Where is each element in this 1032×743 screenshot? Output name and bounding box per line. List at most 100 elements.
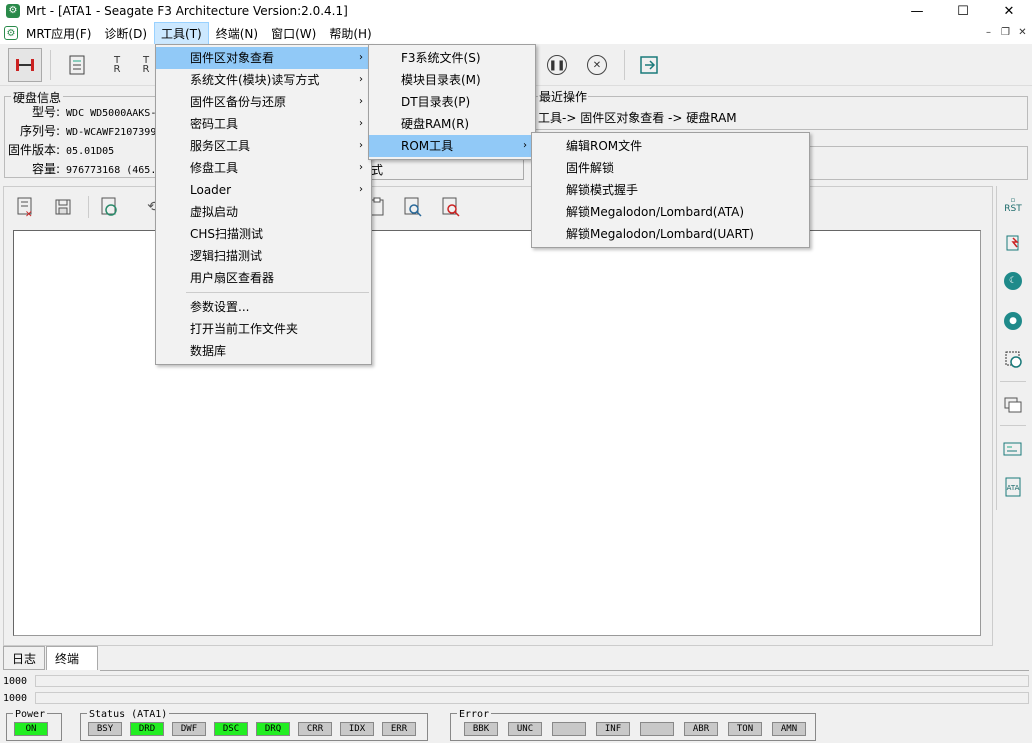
submenu-arrow-icon: › [359, 74, 363, 85]
submenu-arrow-icon: › [359, 118, 363, 129]
document-icon[interactable] [60, 48, 94, 82]
tools-menu-item-12[interactable]: 打开当前工作文件夹 [156, 318, 371, 340]
mdi-child-icon[interactable]: ⚙ [4, 26, 18, 40]
find-next-icon[interactable] [438, 194, 464, 220]
menu-help[interactable]: 帮助(H) [323, 23, 377, 44]
tools-menu-item-2[interactable]: 固件区备份与还原 › [156, 91, 371, 113]
rom-submenu-item-4[interactable]: 解锁Megalodon/Lombard(UART) [532, 223, 809, 245]
svg-text:✕: ✕ [25, 210, 33, 217]
model-value: WDC WD5000AAKS- [66, 108, 157, 119]
tools-menu-item-9[interactable]: 逻辑扫描测试 [156, 245, 371, 267]
stop-icon[interactable]: ✕ [580, 48, 614, 82]
mode-field: 式 [366, 157, 524, 180]
save-log-icon[interactable] [50, 194, 76, 220]
windows-icon[interactable] [1000, 392, 1026, 418]
led-error-inf: INF [596, 722, 630, 736]
serial-value: WD-WCAWF2107399 [66, 127, 157, 138]
led-power-on: ON [14, 722, 48, 736]
firmware-submenu: F3系统文件(S) 模块目录表(M) DT目录表(P) 硬盘RAM(R) ROM工具 › [368, 44, 536, 160]
recent-ops-path: 工具-> 固件区对象查看 -> 硬盘RAM [538, 111, 737, 125]
menu-tools[interactable]: 工具(T) [154, 21, 209, 45]
tools-menu: 固件区对象查看 › 系统文件(模块)读写方式 › 固件区备份与还原 › 密码工具 › 服务区工具… [155, 44, 372, 365]
firmware-value: 05.01D05 [66, 146, 115, 157]
mdi-restore-button[interactable]: ❐ [998, 25, 1013, 40]
power-cycle-icon[interactable] [1000, 230, 1026, 256]
tools-menu-item-7[interactable]: 虚拟启动 [156, 201, 371, 223]
led-error-ton: TON [728, 722, 762, 736]
menu-terminal[interactable]: 终端(N) [210, 23, 264, 44]
connect-icon[interactable] [8, 48, 42, 82]
tools-menu-item-4[interactable]: 服务区工具 › [156, 135, 371, 157]
close-button[interactable]: ✕ [986, 0, 1032, 22]
firmware-submenu-item-1[interactable]: 模块目录表(M) [369, 69, 535, 91]
reset-icon[interactable]: ▫ RST [1000, 192, 1026, 218]
refresh-log-icon[interactable] [96, 194, 122, 220]
exit-icon[interactable] [632, 48, 666, 82]
submenu-arrow-icon: › [359, 184, 363, 195]
window-title: Mrt - [ATA1 - Seagate F3 Architecture Ve… [26, 4, 348, 18]
rom-submenu: 编辑ROM文件 固件解锁 解锁模式握手 解锁Megalodon/Lombard(ATA… [531, 132, 810, 248]
app-icon[interactable]: ⚙ [6, 4, 20, 18]
title-bar: ⚙ Mrt - [ATA1 - Seagate F3 Architecture … [0, 0, 1032, 22]
terminal-read-icon[interactable]: TR [100, 48, 134, 82]
tools-menu-item-5[interactable]: 修盘工具 › [156, 157, 371, 179]
menu-diagnose[interactable]: 诊断(D) [98, 23, 153, 44]
progress-line-2: 1000 [3, 691, 1029, 705]
rom-submenu-item-1[interactable]: 固件解锁 [532, 157, 809, 179]
tools-menu-item-8[interactable]: CHS扫描测试 [156, 223, 371, 245]
tab-log[interactable]: 日志 [3, 646, 46, 670]
mdi-minimize-button[interactable]: – [981, 25, 996, 40]
tools-menu-item-11[interactable]: 参数设置... [156, 296, 371, 318]
led-status-bsy: BSY [88, 722, 122, 736]
led-status-drd: DRD [130, 722, 164, 736]
tab-terminal[interactable]: 终端 [46, 646, 99, 670]
capacity-value: 976773168 (465. [66, 165, 157, 176]
minimize-button[interactable]: — [894, 0, 940, 22]
find-icon[interactable] [400, 194, 426, 220]
tools-menu-item-10[interactable]: 用户扇区查看器 [156, 267, 371, 289]
menu-mrt-app[interactable]: MRT应用(F) [20, 23, 97, 44]
led-error-blank-2 [552, 722, 586, 736]
progress-line-1: 1000 [3, 674, 1029, 688]
led-error-amn: AMN [772, 722, 806, 736]
rom-submenu-item-3[interactable]: 解锁Megalodon/Lombard(ATA) [532, 201, 809, 223]
progress-bar-2 [35, 692, 1029, 704]
id-card-icon[interactable] [1000, 436, 1026, 462]
led-error-unc: UNC [508, 722, 542, 736]
terminal-write-icon[interactable]: TR [136, 48, 156, 82]
led-status-dsc: DSC [214, 722, 248, 736]
tools-menu-item-3[interactable]: 密码工具 › [156, 113, 371, 135]
chip-refresh-icon[interactable] [1000, 346, 1026, 372]
led-error-abr: ABR [684, 722, 718, 736]
firmware-submenu-item-2[interactable]: DT目录表(P) [369, 91, 535, 113]
led-status-drq: DRQ [256, 722, 290, 736]
tools-menu-item-13[interactable]: 数据库 [156, 340, 371, 362]
tools-menu-item-6[interactable]: Loader › [156, 179, 371, 201]
rom-submenu-item-0[interactable]: 编辑ROM文件 [532, 135, 809, 157]
capacity-row: 容量: 976773168 (465. [31, 162, 157, 176]
output-tabs: 日志 终端 [3, 646, 99, 670]
menu-window[interactable]: 窗口(W) [265, 23, 322, 44]
firmware-submenu-item-3[interactable]: 硬盘RAM(R) [369, 113, 535, 135]
submenu-arrow-icon: › [523, 140, 527, 151]
firmware-row: 固件版本: 05.01D05 [7, 143, 115, 157]
led-status-crr: CRR [298, 722, 332, 736]
submenu-arrow-icon: › [359, 52, 363, 63]
mdi-close-button[interactable]: ✕ [1015, 25, 1030, 40]
rom-submenu-item-2[interactable]: 解锁模式握手 [532, 179, 809, 201]
tools-menu-item-0[interactable]: 固件区对象查看 › [156, 47, 371, 69]
standby-icon[interactable]: ● [1000, 308, 1026, 334]
ata-icon[interactable]: ATA [1000, 474, 1026, 500]
serial-row: 序列号: WD-WCAWF2107399 [19, 124, 157, 138]
firmware-submenu-item-4[interactable]: ROM工具 › [369, 135, 535, 157]
firmware-submenu-item-0[interactable]: F3系统文件(S) [369, 47, 535, 69]
led-status-idx: IDX [340, 722, 374, 736]
sleep-icon[interactable]: ☾ [1000, 268, 1026, 294]
clear-log-icon[interactable]: ✕ [12, 194, 38, 220]
tools-menu-item-1[interactable]: 系统文件(模块)读写方式 › [156, 69, 371, 91]
maximize-button[interactable]: ☐ [940, 0, 986, 22]
pause-icon[interactable]: ❚❚ [540, 48, 574, 82]
submenu-arrow-icon: › [359, 140, 363, 151]
led-status-dwf: DWF [172, 722, 206, 736]
model-row: 型号: WDC WD5000AAKS- [31, 105, 157, 119]
